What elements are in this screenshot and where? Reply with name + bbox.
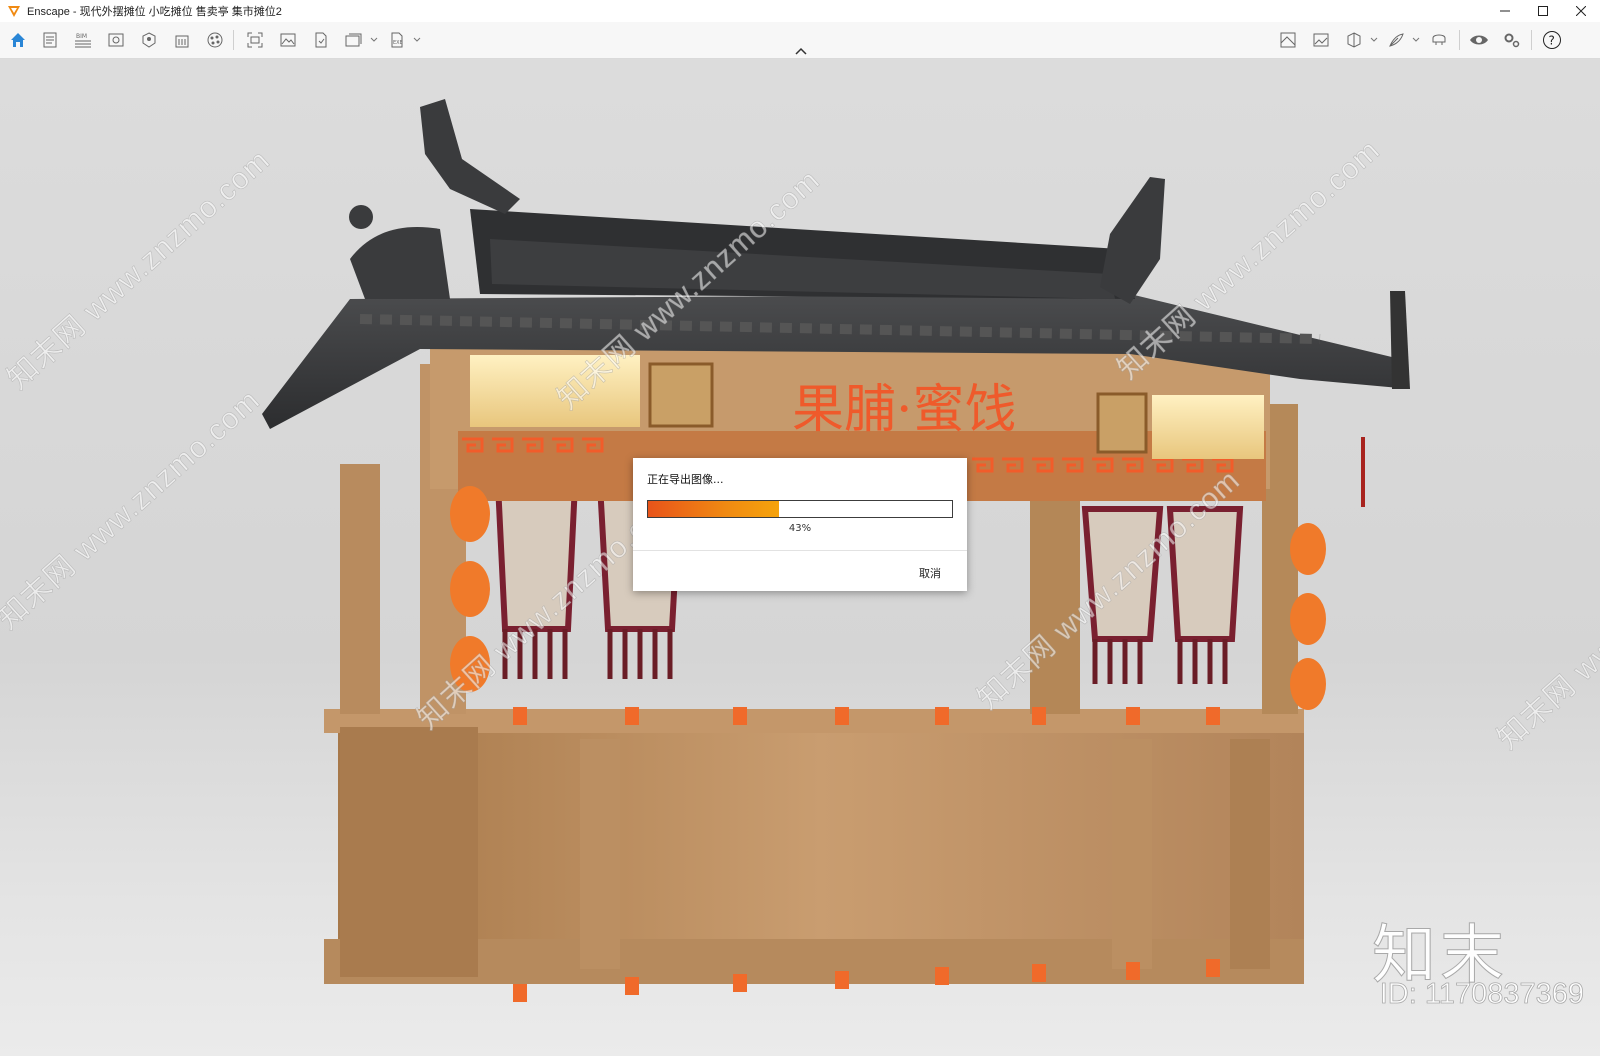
maximize-button[interactable] [1524, 0, 1562, 22]
view-icon [108, 33, 124, 47]
material-button[interactable] [203, 28, 227, 52]
image-icon [280, 33, 296, 47]
gallery-icon [1313, 33, 1329, 47]
eye-button[interactable] [1467, 28, 1491, 52]
screenshot-button[interactable] [243, 28, 267, 52]
svg-text:?: ? [1549, 34, 1555, 48]
title-bar: Enscape - 现代外摆摊位 小吃摊位 售卖亭 集市摊位2 [0, 0, 1600, 23]
vr-headset-button[interactable] [1427, 28, 1451, 52]
collapse-toolbar-chevron-icon[interactable] [794, 46, 808, 56]
material-icon [207, 32, 223, 48]
dialog-divider [633, 550, 967, 551]
cube-icon [1347, 32, 1361, 48]
window-title: Enscape - 现代外摆摊位 小吃摊位 售卖亭 集市摊位2 [27, 6, 282, 18]
document-button[interactable] [38, 28, 62, 52]
asset-icon [142, 32, 156, 48]
chevron-down-icon[interactable] [1370, 36, 1378, 44]
batch-render-icon [345, 33, 362, 47]
image-button[interactable] [276, 28, 300, 52]
minimize-icon [1500, 10, 1510, 12]
close-icon [1576, 6, 1586, 16]
maximize-icon [1538, 6, 1548, 16]
signboard-text: 果脯·蜜饯 [792, 380, 1017, 440]
screenshot-icon [247, 32, 263, 48]
settings-icon [1504, 33, 1520, 48]
document-icon [43, 32, 57, 48]
settings-button[interactable] [1500, 28, 1524, 52]
chevron-down-icon[interactable] [413, 36, 421, 44]
vr-headset-icon [1432, 34, 1446, 45]
view-button[interactable] [104, 28, 128, 52]
progress-fill [648, 501, 779, 517]
home-icon [11, 33, 25, 47]
export-progress-dialog: 正在导出图像... 43% 取消 [633, 458, 967, 591]
exe-export-icon: EXE [391, 32, 403, 48]
bim-button[interactable]: BIM [71, 28, 95, 52]
map-icon [1280, 32, 1296, 48]
enscape-logo-icon [8, 6, 20, 17]
home-button[interactable] [6, 28, 30, 52]
cube-button[interactable] [1342, 28, 1366, 52]
building-button[interactable] [170, 28, 194, 52]
building-icon [175, 35, 189, 48]
map-button[interactable] [1276, 28, 1300, 52]
eye-icon [1470, 35, 1488, 45]
feather-button[interactable] [1384, 28, 1408, 52]
help-icon: ? [1543, 31, 1561, 49]
progress-percent: 43% [788, 523, 812, 534]
chevron-down-icon[interactable] [1412, 36, 1420, 44]
chevron-down-icon[interactable] [370, 36, 378, 44]
batch-render-button[interactable] [342, 28, 366, 52]
help-button[interactable]: ? [1540, 28, 1564, 52]
counter [324, 709, 1304, 984]
feather-icon [1389, 33, 1404, 47]
svg-text:EXE: EXE [393, 40, 403, 46]
gallery-button[interactable] [1309, 28, 1333, 52]
bim-icon: BIM [75, 33, 91, 48]
file-export-icon [315, 32, 327, 48]
minimize-button[interactable] [1486, 0, 1524, 22]
progress-bar [647, 500, 953, 518]
dialog-title: 正在导出图像... [647, 473, 724, 486]
file-export-button[interactable] [309, 28, 333, 52]
asset-button[interactable] [137, 28, 161, 52]
close-button[interactable] [1562, 0, 1600, 22]
asset-id-watermark: ID: 1170837369 [1379, 978, 1584, 1011]
cancel-button[interactable]: 取消 [919, 565, 941, 581]
exe-export-button[interactable]: EXE [385, 28, 409, 52]
svg-text:BIM: BIM [76, 33, 87, 40]
